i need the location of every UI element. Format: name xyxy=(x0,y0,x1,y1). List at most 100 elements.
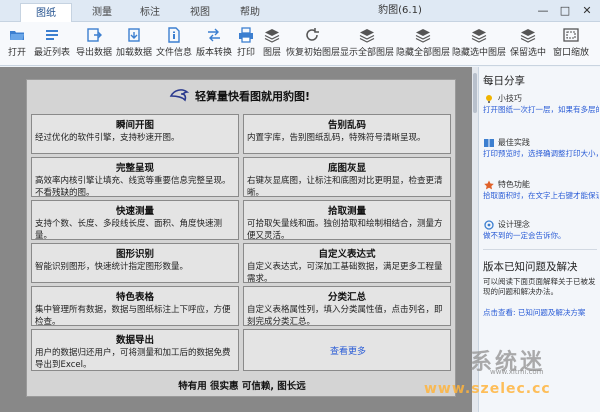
file-info-button[interactable]: 文件信息 xyxy=(154,24,194,64)
hide-all-layers-label: 隐藏全部图层 xyxy=(396,48,451,58)
version-convert-label: 版本转换 xyxy=(195,48,232,58)
tab-measure[interactable]: 测量 xyxy=(76,3,128,22)
feature-card: 底图灰显 右键灰显底图，让标注和底图对比更明显，检查更清晰。 xyxy=(243,157,451,197)
keep-selected-button[interactable]: 保留选中 xyxy=(508,24,548,64)
bulb-icon xyxy=(486,94,492,103)
welcome-sheet: 轻算量快看图就用豹图! 瞬间开图 经过优化的软件引擎，支持秒速开图。 告别乱码 … xyxy=(26,79,456,397)
zoom-window-label: 窗口缩放 xyxy=(552,48,589,58)
more-card: 查看更多 xyxy=(243,329,451,371)
maximize-icon[interactable]: □ xyxy=(554,0,576,22)
feature-desc: 用户的数据归还用户，可将测量和加工后的数据免费导出到Excel。 xyxy=(35,348,231,370)
feature-desc: 内置字库，告别图纸乱码，特殊符号清晰呈现。 xyxy=(247,133,426,143)
recent-list-icon xyxy=(46,30,58,40)
feature-card: 自定义表达式 自定义表达式，可深加工基础数据，满足更多工程量需求。 xyxy=(243,243,451,283)
file-info-label: 文件信息 xyxy=(155,48,192,58)
tip-item[interactable]: 最佳实践 打印预览时，选择确调整打印大小，预… xyxy=(483,137,599,159)
keep-selected-label: 保留选中 xyxy=(509,48,546,58)
tab-drawing[interactable]: 图纸 xyxy=(20,3,72,22)
export-data-label: 导出数据 xyxy=(75,48,112,58)
leopard-logo-icon xyxy=(169,89,189,102)
zoom-window-button[interactable]: 窗口缩放 xyxy=(550,24,592,64)
feature-title: 特色表格 xyxy=(115,292,154,303)
recent-list-button[interactable]: 最近列表 xyxy=(32,24,72,64)
feature-desc: 集中管理所有数据，数据与图纸标注上下呼应，方便检查。 xyxy=(35,305,231,326)
recent-list-label: 最近列表 xyxy=(33,48,70,58)
export-data-button[interactable]: 导出数据 xyxy=(74,24,114,64)
watermark-sub: www.xitmi.com xyxy=(490,368,544,376)
tip-desc[interactable]: 打开图纸一次打一层，如果有多层的… xyxy=(483,105,599,115)
feature-card: 拾取测量 可拾取矢量线和面。独创拾取和绘制相结合，测量方便又灵活。 xyxy=(243,200,451,240)
open-button[interactable]: 打开 xyxy=(4,24,30,64)
feature-title: 图形识别 xyxy=(115,249,154,260)
feature-title: 快速测量 xyxy=(115,206,154,217)
tip-desc[interactable]: 打印预览时，选择确调整打印大小，预… xyxy=(483,149,599,159)
open-label: 打开 xyxy=(7,48,26,58)
zoom-window-icon xyxy=(563,28,579,42)
feature-card: 图形识别 智能识别图形，快速统计指定图形数量。 xyxy=(31,243,239,283)
tip-item[interactable]: 小技巧 打开图纸一次打一层，如果有多层的… xyxy=(483,93,599,115)
tab-view[interactable]: 视图 xyxy=(174,3,226,22)
feature-card: 特色表格 集中管理所有数据，数据与图纸标注上下呼应，方便检查。 xyxy=(31,286,239,326)
feature-desc: 自定义表达式，可深加工基础数据，满足更多工程量需求。 xyxy=(247,262,443,283)
feature-card: 完整呈现 高效率内核引擎让填充、线宽等重要信息完整呈现。不看残缺的图。 xyxy=(31,157,239,197)
version-convert-button[interactable]: 版本转换 xyxy=(194,24,234,64)
load-icon xyxy=(128,28,140,42)
hide-selected-layer-button[interactable]: 隐藏选中图层 xyxy=(452,24,506,64)
feature-card: 数据导出 用户的数据归还用户，可将测量和加工后的数据免费导出到Excel。 xyxy=(31,329,239,371)
feature-title: 瞬间开图 xyxy=(115,120,154,131)
hide-all-layers-button[interactable]: 隐藏全部图层 xyxy=(396,24,450,64)
tip-item[interactable]: 特色功能 拾取面积时，在文字上右键才能保证… xyxy=(483,179,599,201)
print-button[interactable]: 打印 xyxy=(234,24,258,64)
scrollbar-thumb[interactable] xyxy=(473,73,477,113)
tab-help[interactable]: 帮助 xyxy=(224,3,276,22)
tip-desc[interactable]: 拾取面积时，在文字上右键才能保证… xyxy=(483,191,599,201)
feature-title: 分类汇总 xyxy=(327,292,366,303)
feature-desc: 高效率内核引擎让填充、线宽等重要信息完整呈现。不看残缺的图。 xyxy=(35,176,231,197)
minimize-icon[interactable]: — xyxy=(532,0,554,22)
more-link[interactable]: 查看更多 xyxy=(244,344,450,357)
feature-title: 拾取测量 xyxy=(327,206,366,217)
feature-desc: 经过优化的软件引擎，支持秒速开图。 xyxy=(35,133,180,143)
file-info-icon xyxy=(168,27,180,43)
feature-title: 完整呈现 xyxy=(115,163,154,174)
feature-card: 瞬间开图 经过优化的软件引擎，支持秒速开图。 xyxy=(31,114,239,154)
window-title: 豹图(6.1) xyxy=(378,5,422,16)
feature-desc: 自定义表格属性列，填入分类属性值，点击列名，即刻完成分类汇总。 xyxy=(247,305,443,326)
feature-desc: 智能识别图形，快速统计指定图形数量。 xyxy=(35,262,189,272)
feature-card: 快速测量 支持个数、长度、多段线长度、面积、角度快速测量。 xyxy=(31,200,239,240)
printer-icon xyxy=(239,27,253,43)
book-icon xyxy=(484,138,494,147)
known-issues-desc: 可以阅读下面页面解释关于已被发现的问题和解决办法。 xyxy=(483,277,596,296)
known-issues-link[interactable]: 点击查看: 已知问题及解决方案 xyxy=(483,307,585,318)
layers-icon xyxy=(264,29,280,43)
daily-share-title: 每日分享 xyxy=(483,75,525,87)
hide-selected-layer-icon xyxy=(471,29,487,43)
feature-title: 数据导出 xyxy=(115,335,154,346)
feature-title: 自定义表达式 xyxy=(318,249,376,260)
convert-icon xyxy=(208,28,220,42)
idea-icon xyxy=(484,219,494,230)
tab-annotate[interactable]: 标注 xyxy=(124,3,176,22)
feature-desc: 支持个数、长度、多段线长度、面积、角度快速测量。 xyxy=(35,219,223,240)
title-bar: 图纸 测量 标注 视图 帮助 豹图(6.1) — □ ✕ xyxy=(0,0,600,22)
restore-layers-button[interactable]: 恢复初始图层 xyxy=(286,24,340,64)
drawing-canvas[interactable]: 轻算量快看图就用豹图! 瞬间开图 经过优化的软件引擎，支持秒速开图。 告别乱码 … xyxy=(0,67,472,412)
keep-selected-icon xyxy=(520,29,536,43)
feature-title: 告别乱码 xyxy=(327,120,366,131)
tip-title: 特色功能 xyxy=(497,180,530,189)
tip-item[interactable]: 设计理念 做不到的一定会告诉你。 xyxy=(483,219,599,241)
watermark-site: www.szelec.cc xyxy=(424,381,551,397)
feature-title: 底图灰显 xyxy=(327,163,366,174)
print-label: 打印 xyxy=(236,48,255,58)
close-icon[interactable]: ✕ xyxy=(576,0,598,22)
sheet-headline: 轻算量快看图就用豹图! xyxy=(195,90,311,103)
load-data-button[interactable]: 加载数据 xyxy=(114,24,154,64)
layers-button[interactable]: 图层 xyxy=(260,24,284,64)
show-all-layers-button[interactable]: 显示全部图层 xyxy=(340,24,394,64)
export-icon xyxy=(87,28,102,42)
folder-open-icon xyxy=(10,31,24,40)
star-icon xyxy=(484,180,494,189)
toolbar: 打开 最近列表 导出数据 加载数据 文件信息 版本转换 打印 图层 恢复初始图层… xyxy=(0,22,600,66)
sheet-slogan: 特有用 很实惠 可信赖, 图长远 xyxy=(178,381,306,392)
tip-desc[interactable]: 做不到的一定会告诉你。 xyxy=(483,231,599,241)
